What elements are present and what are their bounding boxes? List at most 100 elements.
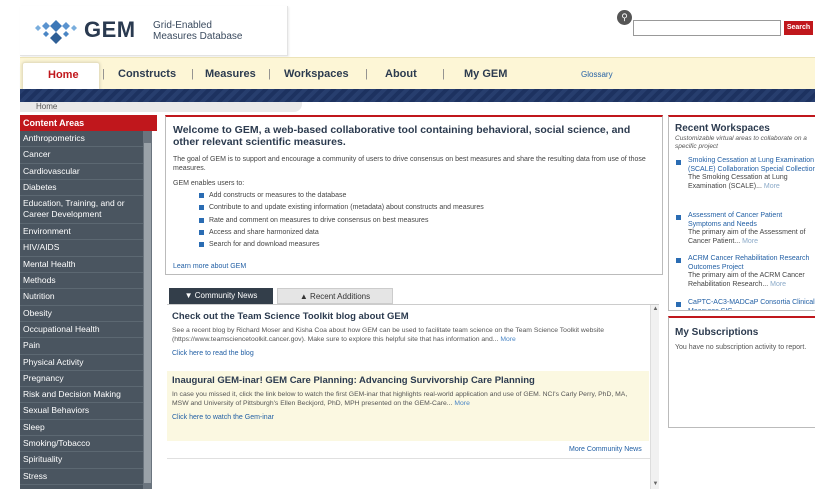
news-title[interactable]: Inaugural GEM-inar! GEM Care Planning: A… [172, 375, 644, 386]
sidebar-item-education[interactable]: Education, Training, and or Career Devel… [20, 196, 143, 225]
nav-separator: | [365, 68, 368, 80]
news-scrollbar[interactable]: ▲ ▼ [650, 305, 659, 489]
list-item: Search for and download measures [199, 241, 484, 253]
welcome-panel: Welcome to GEM, a web-based collaborativ… [165, 115, 663, 275]
workspaces-title: Recent Workspaces [675, 123, 770, 134]
nav-tab-constructs[interactable]: Constructs [118, 68, 176, 80]
sidebar-item-anthropometrics[interactable]: Anthropometrics [20, 131, 143, 148]
sidebar-scrollbar-thumb[interactable] [144, 143, 151, 483]
news-panel: Check out the Team Science Toolkit blog … [167, 304, 659, 462]
nav-tab-about[interactable]: About [385, 68, 417, 80]
breadcrumb[interactable]: Home [36, 102, 57, 111]
sidebar-item-obesity[interactable]: Obesity [20, 306, 143, 322]
decorative-stripe [20, 89, 815, 102]
breadcrumb-bar: Home [20, 102, 302, 112]
news-body-text: See a recent blog by Richard Moser and K… [172, 327, 604, 343]
sidebar-item-sexual-behaviors[interactable]: Sexual Behaviors [20, 403, 143, 420]
search-button[interactable]: Search [784, 21, 813, 35]
scroll-up-icon[interactable]: ▲ [651, 305, 660, 314]
workspace-title-link[interactable]: Assessment of Cancer Patient Symptoms an… [688, 212, 815, 229]
workspace-desc: The primary aim of the ACRM Cancer Rehab… [688, 272, 815, 289]
search-icon: ⚲ [617, 10, 632, 25]
welcome-title: Welcome to GEM, a web-based collaborativ… [173, 124, 631, 148]
more-community-news-link[interactable]: More Community News [569, 446, 642, 453]
news-more-link[interactable]: More [454, 400, 470, 407]
nav-tab-home[interactable]: Home [22, 62, 100, 92]
gem-logo-icon [35, 20, 77, 44]
logo[interactable]: GEM Grid-Enabled Measures Database [20, 6, 288, 56]
workspace-more-link[interactable]: More [770, 281, 786, 288]
sidebar-list: Anthropometrics Cancer Cardiovascular Di… [20, 131, 143, 485]
main-nav: Home | Constructs | Measures | Workspace… [20, 57, 815, 92]
learn-more-link[interactable]: Learn more about GEM [173, 263, 246, 270]
divider [167, 458, 659, 459]
sidebar-item-occupational-health[interactable]: Occupational Health [20, 322, 143, 339]
news-title[interactable]: Check out the Team Science Toolkit blog … [172, 311, 644, 322]
workspace-item: CaPTC-AC3-MADCaP Consortia Clinical Meas… [675, 299, 815, 310]
sidebar-item-stress[interactable]: Stress [20, 469, 143, 485]
sidebar-item-nutrition[interactable]: Nutrition [20, 289, 143, 306]
tab-recent-additions[interactable]: ▲ Recent Additions [277, 288, 393, 304]
workspace-desc: The Smoking Cessation at Lung Examinatio… [688, 174, 815, 191]
subscriptions-title: My Subscriptions [675, 327, 759, 338]
search-area: ⚲ Search [617, 10, 815, 40]
logo-text: GEM [84, 17, 136, 42]
list-item: Access and share harmonized data [199, 229, 484, 241]
scroll-down-icon[interactable]: ▼ [651, 480, 660, 489]
sidebar-item-diabetes[interactable]: Diabetes [20, 180, 143, 197]
news-tabs: ▼ Community News ▲ Recent Additions [169, 288, 393, 304]
workspace-title-link[interactable]: CaPTC-AC3-MADCaP Consortia Clinical Meas… [688, 299, 815, 310]
nav-separator: | [191, 68, 194, 80]
nav-tab-my-gem[interactable]: My GEM [464, 68, 507, 80]
recent-workspaces-panel: Recent Workspaces Customizable virtual a… [668, 115, 815, 311]
sidebar-item-pregnancy[interactable]: Pregnancy [20, 371, 143, 388]
logo-subtitle-line-1: Grid-Enabled [153, 20, 212, 31]
sidebar-item-cancer[interactable]: Cancer [20, 147, 143, 164]
news-link[interactable]: Click here to read the blog [172, 350, 644, 357]
header: GEM Grid-Enabled Measures Database ⚲ Sea… [20, 6, 815, 56]
logo-subtitle-line-2: Measures Database [153, 31, 243, 42]
sidebar-item-physical-activity[interactable]: Physical Activity [20, 355, 143, 371]
nav-separator: | [442, 68, 445, 80]
workspace-item: ACRM Cancer Rehabilitation Research Outc… [675, 255, 815, 289]
sidebar: Content Areas Anthropometrics Cancer Car… [20, 115, 157, 489]
my-subscriptions-panel: My Subscriptions You have no subscriptio… [668, 316, 815, 428]
sidebar-item-hiv-aids[interactable]: HIV/AIDS [20, 240, 143, 257]
sidebar-item-spirituality[interactable]: Spirituality [20, 452, 143, 469]
tab-community-news[interactable]: ▼ Community News [169, 288, 273, 304]
sidebar-scrollbar[interactable] [143, 131, 152, 489]
news-link[interactable]: Click here to watch the Gem-inar [172, 414, 644, 421]
workspace-more-link[interactable]: More [764, 183, 780, 190]
nav-tab-workspaces[interactable]: Workspaces [284, 68, 349, 80]
glossary-link[interactable]: Glossary [581, 70, 613, 79]
workspace-title-link[interactable]: Smoking Cessation at Lung Examination (S… [688, 157, 815, 174]
search-input[interactable] [633, 20, 781, 36]
nav-tab-measures[interactable]: Measures [205, 68, 256, 80]
sidebar-item-risk-and-decision-making[interactable]: Risk and Decision Making [20, 387, 143, 404]
workspace-desc-text: The primary aim of the ACRM Cancer Rehab… [688, 272, 805, 288]
sidebar-item-sleep[interactable]: Sleep [20, 420, 143, 437]
sidebar-item-pain[interactable]: Pain [20, 338, 143, 355]
news-item: Inaugural GEM-inar! GEM Care Planning: A… [167, 371, 649, 441]
workspace-item: Assessment of Cancer Patient Symptoms an… [675, 212, 815, 246]
news-item: Check out the Team Science Toolkit blog … [167, 307, 649, 363]
nav-separator: | [102, 68, 105, 80]
list-item: Contribute to and update existing inform… [199, 204, 484, 216]
subscriptions-text: You have no subscription activity to rep… [675, 344, 807, 351]
news-body-text: In case you missed it, click the link be… [172, 391, 628, 407]
sidebar-item-cardiovascular[interactable]: Cardiovascular [20, 164, 143, 180]
news-body: In case you missed it, click the link be… [172, 391, 644, 408]
nav-separator: | [268, 68, 271, 80]
sidebar-item-mental-health[interactable]: Mental Health [20, 257, 143, 274]
workspace-title-link[interactable]: ACRM Cancer Rehabilitation Research Outc… [688, 255, 815, 272]
page: GEM Grid-Enabled Measures Database ⚲ Sea… [0, 0, 815, 489]
workspace-item: Smoking Cessation at Lung Examination (S… [675, 157, 815, 191]
sidebar-item-methods[interactable]: Methods [20, 273, 143, 290]
welcome-enables-label: GEM enables users to: [173, 180, 245, 187]
sidebar-item-smoking-tobacco[interactable]: Smoking/Tobacco [20, 436, 143, 453]
news-more-link[interactable]: More [500, 336, 516, 343]
workspaces-subtitle: Customizable virtual areas to collaborat… [675, 135, 807, 150]
workspace-desc: The primary aim of the Assessment of Can… [688, 229, 815, 246]
sidebar-item-environment[interactable]: Environment [20, 224, 143, 241]
workspace-more-link[interactable]: More [742, 238, 758, 245]
